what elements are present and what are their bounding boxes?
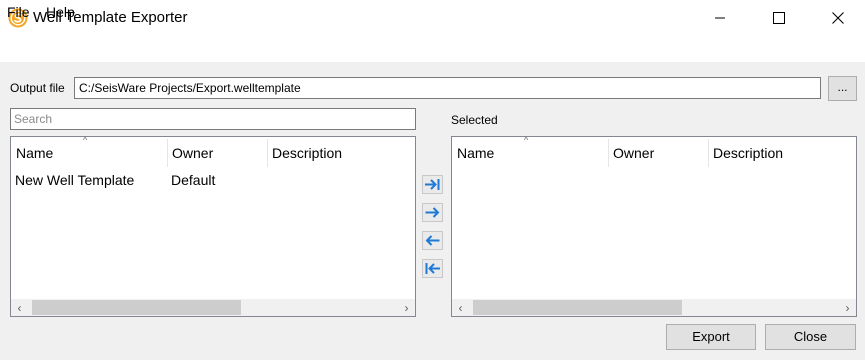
column-header-owner[interactable]: Owner <box>167 137 267 169</box>
scrollbar-thumb[interactable] <box>473 300 682 315</box>
menu-bar <box>0 38 865 62</box>
column-header-description-label: Description <box>272 145 343 161</box>
output-file-field[interactable]: C:/SeisWare Projects/Export.welltemplate <box>74 77 821 99</box>
horizontal-scrollbar[interactable]: ‹ › <box>452 299 856 316</box>
template-name-cell[interactable]: New Well Template <box>15 172 134 188</box>
selected-templates-list[interactable]: Name ^ Owner Description ‹ › <box>451 136 857 317</box>
sort-ascending-icon: ^ <box>83 136 88 145</box>
minimize-button[interactable] <box>697 0 743 36</box>
remove-all-button[interactable] <box>422 259 443 278</box>
column-header-owner-label: Owner <box>172 145 214 161</box>
close-window-button[interactable] <box>815 0 861 36</box>
close-button[interactable]: Close <box>765 324 856 350</box>
remove-selected-icon <box>425 235 440 246</box>
menu-help[interactable]: Help <box>46 4 75 20</box>
column-header-owner[interactable]: Owner <box>608 137 708 169</box>
add-all-button[interactable] <box>422 175 443 194</box>
remove-all-icon <box>425 263 440 274</box>
column-header-name[interactable]: Name ^ <box>452 137 608 169</box>
column-header-description[interactable]: Description <box>708 137 856 169</box>
minimize-icon <box>715 17 725 19</box>
remove-selected-button[interactable] <box>422 231 443 250</box>
scroll-left-icon[interactable]: ‹ <box>452 299 469 316</box>
sort-ascending-icon: ^ <box>524 136 529 145</box>
selected-label: Selected <box>451 113 498 127</box>
column-header-owner-label: Owner <box>613 145 655 161</box>
column-header-name-label: Name <box>457 145 495 161</box>
maximize-icon <box>773 12 785 24</box>
available-templates-list[interactable]: Name ^ Owner Description New Well Templa… <box>10 136 416 317</box>
export-button[interactable]: Export <box>666 324 756 350</box>
column-header-name-label: Name <box>16 145 54 161</box>
column-header-name[interactable]: Name ^ <box>11 137 167 169</box>
template-owner-cell[interactable]: Default <box>171 172 215 188</box>
close-icon <box>832 12 844 24</box>
output-file-label: Output file <box>10 81 65 95</box>
add-selected-icon <box>425 207 440 218</box>
scroll-right-icon[interactable]: › <box>398 299 415 316</box>
browse-button[interactable]: ... <box>828 76 857 101</box>
maximize-button[interactable] <box>756 0 802 36</box>
add-selected-button[interactable] <box>422 203 443 222</box>
scroll-left-icon[interactable]: ‹ <box>11 299 28 316</box>
scrollbar-thumb[interactable] <box>32 300 241 315</box>
column-header-description[interactable]: Description <box>267 137 415 169</box>
add-all-icon <box>425 179 440 190</box>
scroll-right-icon[interactable]: › <box>839 299 856 316</box>
column-header-description-label: Description <box>713 145 784 161</box>
menu-file[interactable]: File <box>7 4 30 20</box>
search-input[interactable]: Search <box>10 108 416 130</box>
horizontal-scrollbar[interactable]: ‹ › <box>11 299 415 316</box>
